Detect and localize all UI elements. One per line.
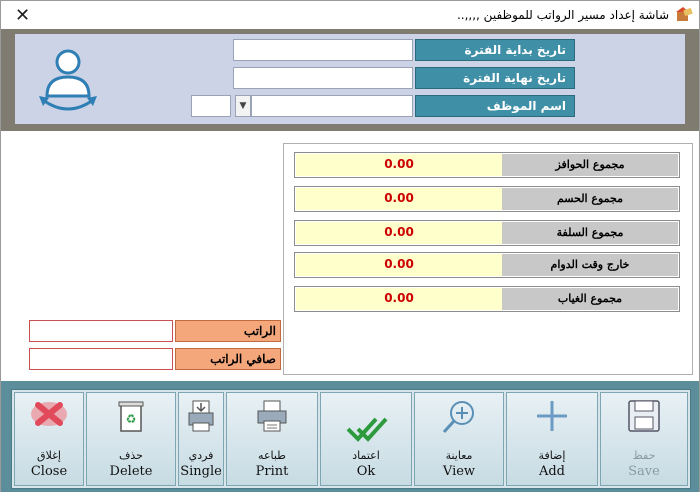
net-salary-label: صافي الراتب <box>175 348 281 370</box>
app-icon <box>676 7 693 21</box>
employee-label: اسم الموظف <box>415 95 575 117</box>
add-button[interactable]: إضافة Add <box>506 392 598 486</box>
chevron-down-icon[interactable]: ▼ <box>235 95 251 117</box>
salary-label: الراتب <box>175 320 281 342</box>
employee-code-input[interactable] <box>191 95 231 117</box>
delete-button[interactable]: ♻ حذف Delete <box>86 392 176 486</box>
single-print-icon <box>188 400 214 432</box>
print-button[interactable]: طباعه Print <box>226 392 318 486</box>
single-print-button[interactable]: فردي Single <box>178 392 224 486</box>
total-label: خارج وقت الدوام <box>502 254 678 276</box>
add-label-en: Add <box>538 464 566 479</box>
ok-label-en: Ok <box>356 464 376 479</box>
delete-label-ar: حذف <box>119 449 143 462</box>
totals-panel: 0.00 مجموع الحوافز 0.00 مجموع الحسم 0.00… <box>283 143 693 375</box>
user-avatar-icon <box>39 49 97 111</box>
window-title: شاشة إعداد مسير الرواتب للموظفين ,,,,.. <box>456 8 669 22</box>
view-button[interactable]: معاينة View <box>414 392 504 486</box>
floppy-disk-icon <box>628 400 660 432</box>
ok-button[interactable]: اعتماد Ok <box>320 392 412 486</box>
delete-label-en: Delete <box>109 464 153 479</box>
check-icon <box>346 417 388 442</box>
print-label-en: Print <box>255 464 289 479</box>
single-label-en: Single <box>180 464 222 479</box>
start-date-label: تاريخ بداية الفترة <box>415 39 575 61</box>
total-value: 0.00 <box>296 254 502 276</box>
print-label-ar: طباعه <box>258 449 286 462</box>
total-value: 0.00 <box>296 288 502 310</box>
recycle-bin-icon: ♻ <box>118 401 144 432</box>
save-label-ar: حفظ <box>632 449 656 462</box>
save-button[interactable]: حفظ Save <box>600 392 688 486</box>
total-value: 0.00 <box>296 222 502 244</box>
plus-icon <box>537 401 567 431</box>
magnifier-plus-icon <box>442 401 474 434</box>
add-label-ar: إضافة <box>538 449 566 462</box>
close-label-en: Close <box>30 464 68 479</box>
total-label: مجموع الغياب <box>502 288 678 310</box>
end-date-input[interactable] <box>233 67 413 89</box>
total-row-advances: 0.00 مجموع السلفة <box>294 220 680 246</box>
total-label: مجموع الحسم <box>502 188 678 210</box>
net-salary-input[interactable] <box>29 348 173 370</box>
total-value: 0.00 <box>296 188 502 210</box>
end-date-label: تاريخ نهاية الفترة <box>415 67 575 89</box>
toolbar: إغلاق Close ♻ حذف Delete فردي Single طبا… <box>1 381 699 492</box>
close-icon <box>31 402 67 426</box>
svg-text:♻: ♻ <box>126 412 137 426</box>
close-button[interactable]: إغلاق Close <box>14 392 84 486</box>
single-label-ar: فردي <box>188 449 214 462</box>
total-row-incentives: 0.00 مجموع الحوافز <box>294 152 680 178</box>
payroll-window: شاشة إعداد مسير الرواتب للموظفين ,,,,.. … <box>0 0 700 492</box>
total-row-deductions: 0.00 مجموع الحسم <box>294 186 680 212</box>
total-row-absence: 0.00 مجموع الغياب <box>294 286 680 312</box>
header-panel: تاريخ بداية الفترة تاريخ نهاية الفترة اس… <box>1 29 699 131</box>
employee-select[interactable] <box>251 95 413 117</box>
start-date-input[interactable] <box>233 39 413 61</box>
save-label-en: Save <box>628 464 660 479</box>
printer-icon <box>257 400 287 432</box>
total-value: 0.00 <box>296 154 502 176</box>
header-inner: تاريخ بداية الفترة تاريخ نهاية الفترة اس… <box>15 34 685 124</box>
close-label-ar: إغلاق <box>37 449 61 462</box>
view-label-en: View <box>442 464 476 479</box>
close-x-icon[interactable]: ✕ <box>15 5 30 26</box>
salary-input[interactable] <box>29 320 173 342</box>
total-label: مجموع السلفة <box>502 222 678 244</box>
total-label: مجموع الحوافز <box>502 154 678 176</box>
title-bar: شاشة إعداد مسير الرواتب للموظفين ,,,,.. … <box>1 1 699 29</box>
total-row-overtime: 0.00 خارج وقت الدوام <box>294 252 680 278</box>
view-label-ar: معاينة <box>445 449 473 462</box>
ok-label-ar: اعتماد <box>352 449 380 462</box>
toolbar-inner: إغلاق Close ♻ حذف Delete فردي Single طبا… <box>11 389 691 489</box>
